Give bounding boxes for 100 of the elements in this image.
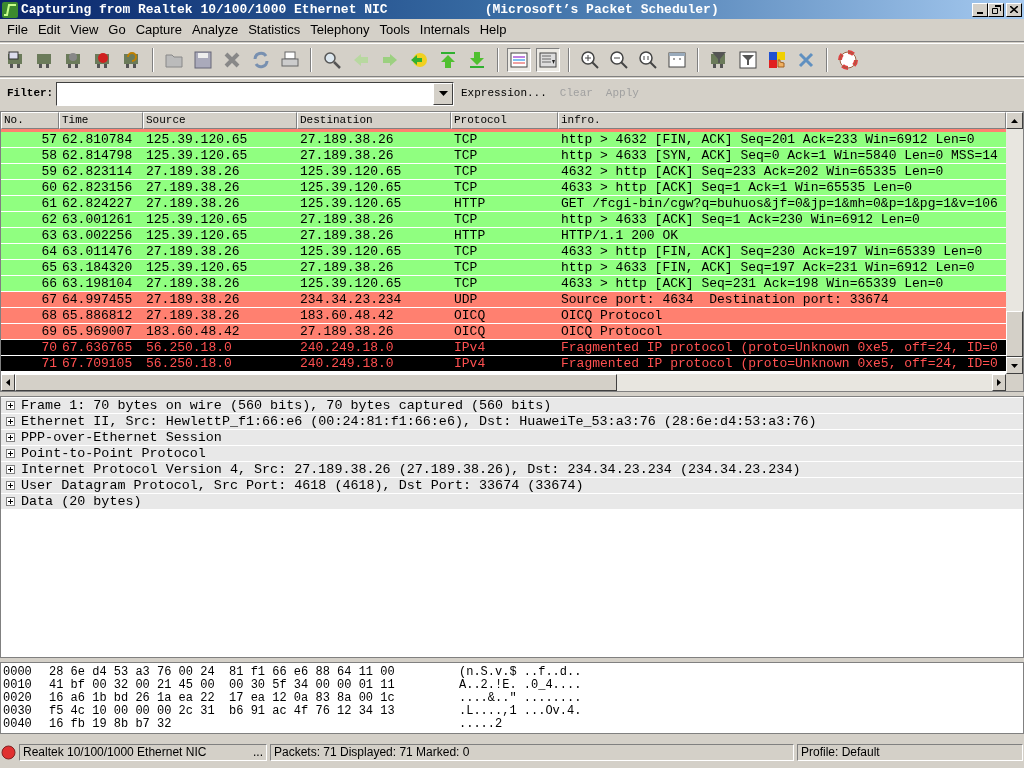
menu-item[interactable]: Help [474,20,512,40]
filter-label: Filter: [7,86,55,102]
table-cell-text: 4632 > http [ACK] Seq=233 Ack=202 Win=65335 Len=0 [560,164,945,179]
tree-item[interactable]: PPP-over-Ethernet Session [21,430,222,445]
hex-bytes: 16 a6 1b bd 26 1a ea 22 17 ea 12 0a 83 8a 00 1c [49,692,396,705]
table-cell-text: 27.189.38.26 [299,212,395,227]
table-cell-text: 125.39.120.65 [299,196,403,211]
zoom-in-icon[interactable] [580,50,600,70]
table-cell-text: OICQ [453,308,487,323]
hex-offset: 0010 [2,679,33,692]
menu-item[interactable]: File [2,20,33,40]
save-icon[interactable] [193,50,213,70]
table-cell-text: 57 [40,132,58,147]
column-header[interactable]: Protocol [451,112,558,129]
close-icon [1010,6,1018,13]
expander-toggle[interactable] [6,417,15,426]
search-icon[interactable] [322,50,342,70]
column-header[interactable]: Source [143,112,297,129]
packet-row[interactable]: 66 63.198104 27.189.38.26 125.39.120.65 TCP 4633 > http [ACK] Seq=231 Ack=198 Win=65339 Len=0 [1,276,1006,292]
scroll-down-button[interactable] [1006,357,1023,374]
column-header[interactable]: infro. [558,112,1006,129]
hex-offset: 0030 [2,705,33,718]
scroll-left-button[interactable] [1,374,15,391]
help-lifebuoy-icon[interactable] [838,50,858,70]
table-cell-text: 60 [40,180,58,195]
coloring-rules-icon[interactable] [767,50,787,70]
restore-button[interactable] [988,2,1004,17]
packet-row[interactable]: 64 63.011476 27.189.38.26 125.39.120.65 TCP 4633 > http [FIN, ACK] Seq=230 Ack=197 Win=65339 Len=0 [1,244,1006,260]
table-cell-text: 64 [40,244,58,259]
menu-item[interactable]: Edit [32,20,66,40]
column-header[interactable]: No. [1,112,59,129]
table-cell-text: 63.001261 [61,212,134,227]
packet-row[interactable]: 60 62.823156 27.189.38.26 125.39.120.65 TCP 4633 > http [ACK] Seq=1 Ack=1 Win=65535 Len=0 [1,180,1006,196]
scroll-right-button[interactable] [992,374,1006,391]
resize-columns-icon[interactable] [667,50,687,70]
scroll-thumb[interactable] [1006,311,1023,357]
packet-row[interactable]: 61 62.824227 27.189.38.26 125.39.120.65 HTTP GET /fcgi-bin/cgw?q=buhuos&jf=0&jp=1&mh=0&p=1&pg=1&v=106 [1,196,1006,212]
packet-row[interactable]: 59 62.823114 27.189.38.26 125.39.120.65 TCP 4632 > http [ACK] Seq=233 Ack=202 Win=65335 Len=0 [1,164,1006,180]
tree-item[interactable]: Point-to-Point Protocol [21,446,206,461]
table-cell-text: 4633 > http [FIN, ACK] Seq=230 Ack=197 Win=65339 Len=0 [560,244,984,259]
expander-toggle[interactable] [6,433,15,442]
menu-item[interactable]: View [65,20,104,40]
menu-item[interactable]: Analyze [186,20,244,40]
column-header[interactable]: Time [59,112,143,129]
auto-scroll-icon[interactable] [538,50,558,70]
tree-item[interactable]: Data (20 bytes) [21,494,142,509]
packet-row[interactable]: 63 63.002256 125.39.120.65 27.189.38.26 HTTP HTTP/1.1 200 OK [1,228,1006,244]
filter-button[interactable]: Expression... [459,85,549,102]
expander-toggle[interactable] [6,449,15,458]
expander-toggle[interactable] [6,497,15,506]
scroll-up-button[interactable] [1006,112,1023,129]
filter-dropdown-button[interactable] [433,82,453,105]
expander-toggle[interactable] [6,465,15,474]
table-cell-text: OICQ Protocol [560,324,664,339]
table-cell-text: http > 4633 [ACK] Seq=1 Ack=230 Win=6912 Len=0 [560,212,921,227]
table-cell-text: 27.189.38.26 [145,164,241,179]
zoom-out-icon[interactable] [609,50,629,70]
packet-row[interactable]: 58 62.814798 125.39.120.65 27.189.38.26 TCP http > 4633 [SYN, ACK] Seq=0 Ack=1 Win=5840 Len=0 MSS=14 [1,148,1006,164]
up-arrow-icon [1011,118,1018,123]
expander-toggle[interactable] [6,481,15,490]
expander-toggle[interactable] [6,401,15,410]
table-cell-text: 125.39.120.65 [299,244,403,259]
packet-row[interactable]: 71 67.709105 56.250.18.0 240.249.18.0 IPv4 Fragmented IP protocol (proto=Unknown 0xe5, off=24, ID=0 [1,356,1006,372]
filter-field[interactable] [56,81,454,106]
table-cell-text: 64.997455 [61,292,134,307]
packet-row[interactable]: 70 67.636765 56.250.18.0 240.249.18.0 IPv4 Fragmented IP protocol (proto=Unknown 0xe5, off=24, ID=0 [1,340,1006,356]
packet-row[interactable]: 67 64.997455 27.189.38.26 234.34.23.234 UDP Source port: 4634 Destination port: 33674 [1,292,1006,308]
table-cell-text: 27.189.38.26 [299,260,395,275]
packet-row[interactable]: 62 63.001261 125.39.120.65 27.189.38.26 TCP http > 4633 [ACK] Seq=1 Ack=230 Win=6912 Len=0 [1,212,1006,228]
menu-item[interactable]: Capture [130,20,187,40]
hex-ascii: ....&.." ........ [459,692,582,705]
table-cell-text: 27.189.38.26 [299,132,395,147]
minimize-button[interactable] [972,2,988,17]
print-icon[interactable] [280,50,300,70]
vertical-scrollbar[interactable] [1006,112,1023,374]
horizontal-scrollbar[interactable] [1,374,1023,391]
display-filter-icon[interactable] [738,50,758,70]
table-cell-text: HTTP/1.1 200 OK [560,228,680,243]
zoom-reset-icon[interactable] [638,50,658,70]
table-cell-text: IPv4 [453,340,487,355]
menu-item[interactable]: Statistics [243,20,306,40]
minimize-icon [977,11,983,14]
column-header[interactable]: Destination [297,112,451,129]
table-cell-text: 125.39.120.65 [145,228,249,243]
table-cell-text: Fragmented IP protocol (proto=Unknown 0xe5, off=24, ID=0 [560,340,999,355]
capture-filter-icon[interactable] [709,50,729,70]
close-button[interactable] [1006,2,1022,17]
table-cell-text: 27.189.38.26 [145,308,241,323]
colorize-icon[interactable] [509,50,529,70]
packet-row[interactable]: 68 65.886812 27.189.38.26 183.60.48.42 OICQ OICQ Protocol [1,308,1006,324]
menu-item[interactable]: Internals [414,20,475,40]
menu-item[interactable]: Telephony [305,20,375,40]
menu-item[interactable]: Tools [374,20,415,40]
scroll-thumb[interactable] [15,374,617,391]
table-cell-text: http > 4632 [FIN, ACK] Seq=201 Ack=233 Win=6912 Len=0 [560,132,976,147]
packet-row[interactable]: 57 62.810784 125.39.120.65 27.189.38.26 TCP http > 4632 [FIN, ACK] Seq=201 Ack=233 Win=6912 Len=0 [1,132,1006,148]
packet-row[interactable]: 65 63.184320 125.39.120.65 27.189.38.26 TCP http > 4633 [FIN, ACK] Seq=197 Ack=231 Win=6912 Len=0 [1,260,1006,276]
packet-row[interactable]: 69 65.969007 183.60.48.42 27.189.38.26 OICQ OICQ Protocol [1,324,1006,340]
menu-item[interactable]: Go [103,20,131,40]
left-arrow-icon [6,379,10,386]
